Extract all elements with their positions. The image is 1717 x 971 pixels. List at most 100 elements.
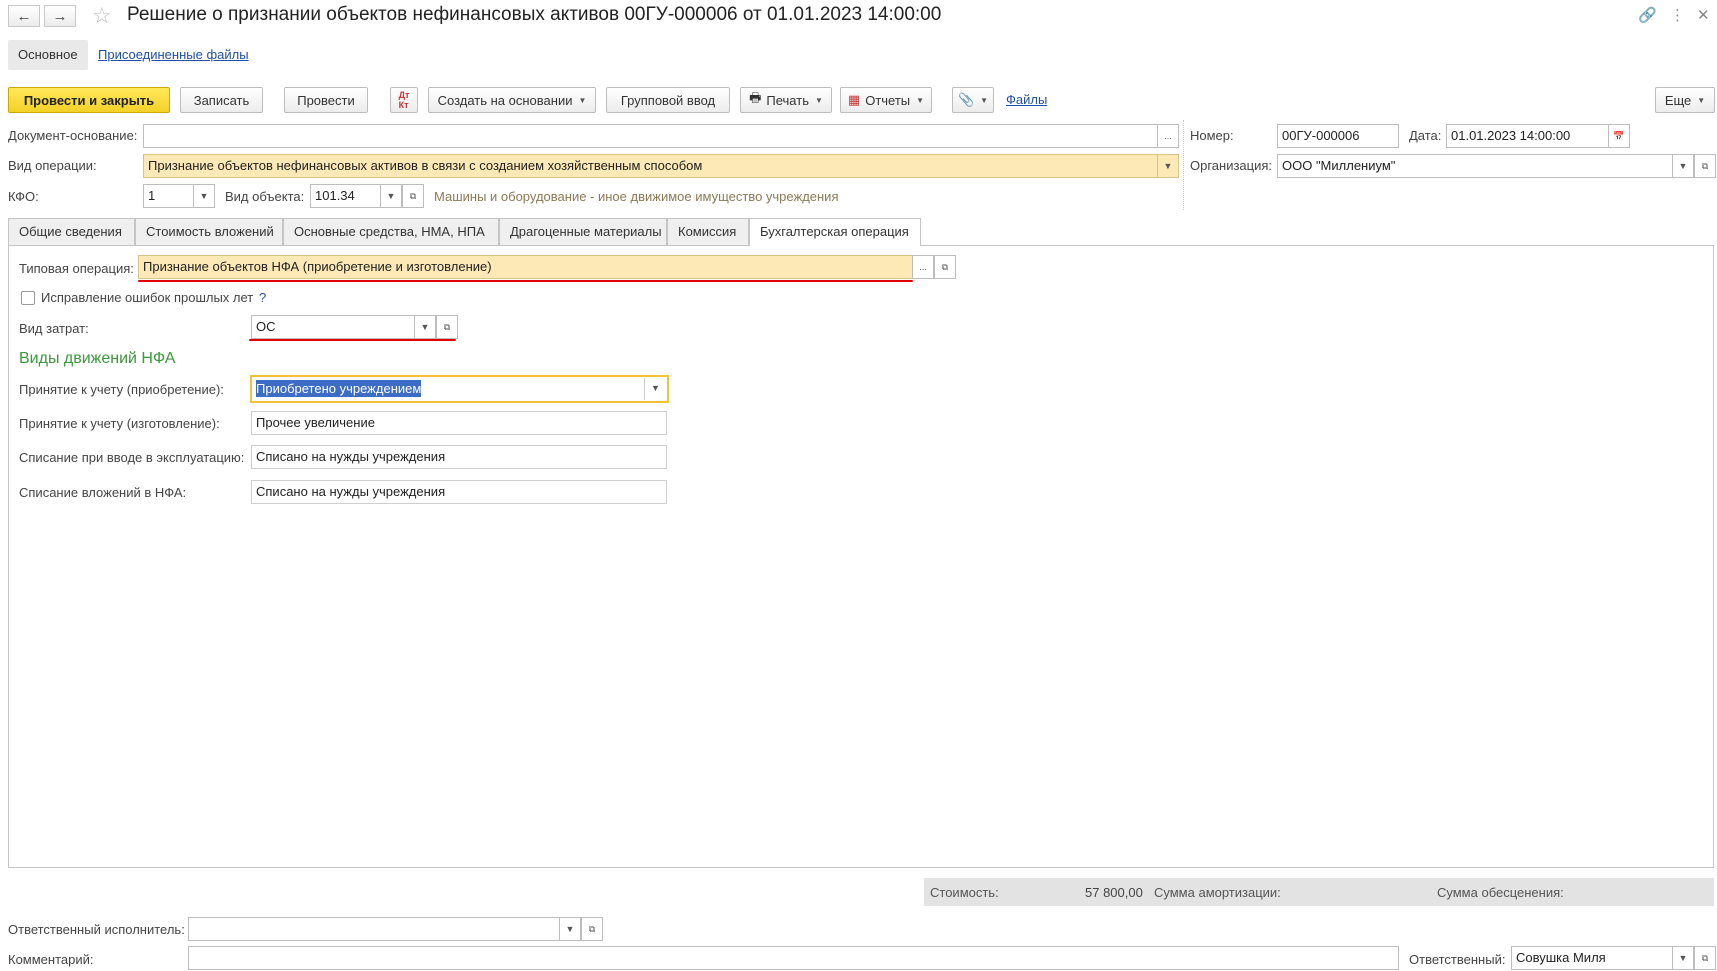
- report-icon: ▦: [847, 92, 861, 107]
- comment-label: Комментарий:: [8, 952, 94, 967]
- movements-title: Виды движений НФА: [19, 350, 176, 367]
- cost-label: Стоимость:: [930, 885, 999, 900]
- print-label: Печать: [766, 92, 809, 108]
- impairment-label: Сумма обесценения:: [1437, 885, 1564, 900]
- responsible-dropdown[interactable]: ▼: [1672, 946, 1694, 970]
- error-fix-label: Исправление ошибок прошлых лет: [41, 290, 254, 305]
- tab-commission[interactable]: Комиссия: [667, 218, 749, 245]
- debit-credit-icon[interactable]: Дт Кт: [390, 87, 418, 113]
- red-underline: [138, 280, 913, 282]
- date-field[interactable]: 01.01.2023 14:00:00: [1446, 124, 1609, 148]
- movement-row-label: Списание вложений в НФА:: [19, 485, 187, 500]
- star-icon[interactable]: ☆: [92, 3, 112, 29]
- executor-dropdown[interactable]: ▼: [559, 917, 581, 941]
- cost-type-field[interactable]: ОС: [251, 315, 415, 339]
- kfo-label: КФО:: [8, 189, 39, 204]
- tab-investment-cost[interactable]: Стоимость вложений: [135, 218, 283, 245]
- base-doc-field[interactable]: [143, 124, 1158, 148]
- typical-op-select-button[interactable]: ...: [912, 255, 934, 279]
- org-label: Организация:: [1190, 158, 1273, 173]
- executor-field[interactable]: [188, 917, 560, 941]
- base-doc-label: Документ-основание:: [8, 128, 138, 143]
- movement-writeoff-commission-field[interactable]: Списано на нужды учреждения: [251, 445, 667, 469]
- movement-manufacture-field[interactable]: Прочее увеличение: [251, 411, 667, 435]
- forward-button[interactable]: →: [44, 5, 76, 27]
- summary-bar: [924, 878, 1714, 906]
- calendar-icon[interactable]: 📅: [1608, 124, 1630, 148]
- print-button[interactable]: 🖶 Печать ▼: [740, 87, 832, 113]
- tab-fixed-assets[interactable]: Основные средства, НМА, НПА: [283, 218, 499, 245]
- more-button[interactable]: Еще ▼: [1655, 87, 1715, 113]
- divider: [644, 378, 645, 400]
- responsible-field[interactable]: Совушка Миля: [1511, 946, 1673, 970]
- divider: [1183, 120, 1184, 210]
- cost-value: 57 800,00: [1085, 885, 1143, 900]
- page-title: Решение о признании объектов нефинансовы…: [127, 4, 942, 25]
- post-button[interactable]: Провести: [284, 87, 368, 113]
- chevron-down-icon: ▼: [814, 95, 823, 105]
- red-underline: [249, 339, 456, 341]
- responsible-open-icon[interactable]: ⧉: [1694, 946, 1716, 970]
- create-based-button[interactable]: Создать на основании ▼: [428, 87, 596, 113]
- number-field[interactable]: 00ГУ-000006: [1277, 124, 1399, 148]
- more-vertical-icon[interactable]: ⋮: [1670, 6, 1685, 24]
- select-base-doc-button[interactable]: ...: [1157, 124, 1179, 148]
- section-main[interactable]: Основное: [8, 40, 88, 70]
- kfo-field[interactable]: 1: [143, 184, 194, 208]
- back-button[interactable]: ←: [8, 5, 40, 27]
- attach-button[interactable]: 📎 ▼: [952, 87, 994, 113]
- more-label: Еще: [1664, 92, 1692, 108]
- op-type-label: Вид операции:: [8, 158, 97, 173]
- chevron-down-icon[interactable]: ▼: [651, 383, 660, 393]
- tab-general[interactable]: Общие сведения: [8, 218, 135, 245]
- executor-open-icon[interactable]: ⧉: [581, 917, 603, 941]
- object-type-field[interactable]: 101.34: [310, 184, 381, 208]
- object-type-open-icon[interactable]: ⧉: [402, 184, 424, 208]
- link-icon[interactable]: 🔗: [1638, 6, 1657, 24]
- save-button[interactable]: Записать: [180, 87, 263, 113]
- responsible-label: Ответственный:: [1409, 952, 1506, 967]
- create-based-label: Создать на основании: [437, 92, 573, 108]
- reports-label: Отчеты: [865, 92, 911, 108]
- section-files[interactable]: Присоединенные файлы: [88, 40, 259, 70]
- object-type-dropdown[interactable]: ▼: [380, 184, 402, 208]
- error-fix-checkbox[interactable]: [21, 291, 35, 305]
- movement-row-label: Принятие к учету (приобретение):: [19, 382, 224, 397]
- post-and-close-button[interactable]: Провести и закрыть: [8, 87, 170, 113]
- close-icon[interactable]: ✕: [1697, 6, 1710, 24]
- cost-type-label: Вид затрат:: [19, 321, 89, 336]
- files-link[interactable]: Файлы: [1006, 92, 1047, 107]
- movement-acquisition-select[interactable]: Приобретено учреждением: [250, 375, 669, 403]
- paperclip-icon: 📎: [957, 92, 975, 107]
- chevron-down-icon: ▼: [980, 95, 989, 105]
- cost-type-dropdown[interactable]: ▼: [414, 315, 436, 339]
- op-type-dropdown[interactable]: ▼: [1157, 154, 1179, 178]
- number-label: Номер:: [1190, 128, 1234, 143]
- selected-value: Приобретено учреждением: [256, 380, 422, 397]
- arrow-right-icon: →: [52, 7, 68, 25]
- typical-op-label: Типовая операция:: [19, 261, 134, 276]
- printer-icon: 🖶: [749, 90, 762, 105]
- executor-label: Ответственный исполнитель:: [8, 922, 185, 937]
- kfo-dropdown[interactable]: ▼: [193, 184, 215, 208]
- movement-writeoff-investment-field[interactable]: Списано на нужды учреждения: [251, 480, 667, 504]
- org-open-icon[interactable]: ⧉: [1694, 154, 1716, 178]
- date-label: Дата:: [1409, 128, 1442, 143]
- group-input-button[interactable]: Групповой ввод: [606, 87, 730, 113]
- arrow-left-icon: ←: [16, 7, 32, 25]
- help-icon[interactable]: ?: [259, 290, 266, 305]
- typical-op-field[interactable]: Признание объектов НФА (приобретение и и…: [138, 255, 913, 279]
- typical-op-open-icon[interactable]: ⧉: [934, 255, 956, 279]
- chevron-down-icon: ▼: [1697, 95, 1706, 105]
- tab-precious-materials[interactable]: Драгоценные материалы: [499, 218, 667, 245]
- amortization-label: Сумма амортизации:: [1154, 885, 1281, 900]
- movement-row-label: Принятие к учету (изготовление):: [19, 416, 220, 431]
- op-type-field[interactable]: Признание объектов нефинансовых активов …: [143, 154, 1158, 178]
- tab-accounting-operation[interactable]: Бухгалтерская операция: [749, 218, 921, 246]
- cost-type-open-icon[interactable]: ⧉: [436, 315, 458, 339]
- object-type-label: Вид объекта:: [225, 189, 305, 204]
- comment-field[interactable]: [188, 946, 1399, 970]
- reports-button[interactable]: ▦ Отчеты ▼: [840, 87, 932, 113]
- org-field[interactable]: ООО "Миллениум": [1277, 154, 1673, 178]
- org-dropdown[interactable]: ▼: [1672, 154, 1694, 178]
